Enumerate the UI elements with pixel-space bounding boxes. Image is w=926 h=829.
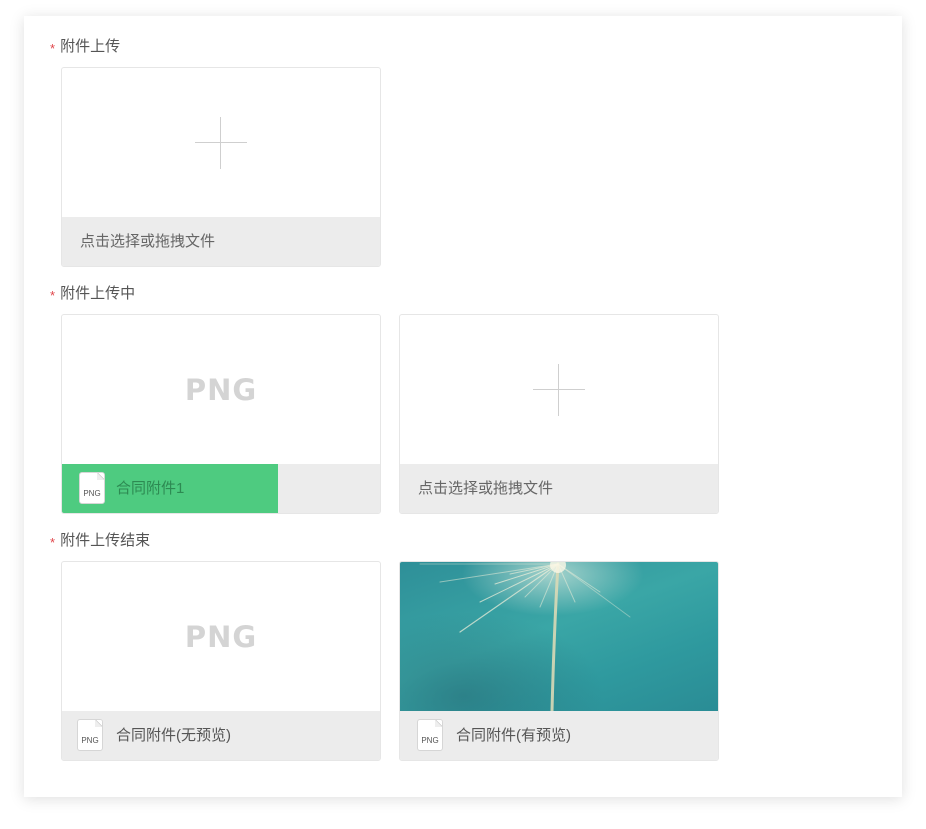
section-label-uploading: * 附件上传中 (50, 284, 135, 304)
file-footer: PNG 合同附件(无预览) (62, 711, 380, 760)
dropzone-area[interactable] (400, 315, 718, 464)
plus-icon (533, 363, 585, 416)
png-placeholder: PNG (184, 619, 258, 654)
section-label-upload: * 附件上传 (50, 37, 120, 57)
dropzone-area[interactable] (62, 68, 380, 217)
file-name: 合同附件(有预览) (456, 727, 571, 744)
upload-dropzone[interactable]: 点击选择或拖拽文件 (61, 67, 381, 267)
upload-dropzone[interactable]: 点击选择或拖拽文件 (399, 314, 719, 514)
required-mark: * (50, 288, 56, 303)
file-icon-label: PNG (81, 736, 99, 745)
section-title: 附件上传 (60, 38, 121, 55)
dandelion-image (419, 562, 631, 713)
png-file-icon: PNG (79, 472, 105, 504)
dropzone-footer[interactable]: 点击选择或拖拽文件 (62, 217, 380, 266)
required-mark: * (50, 41, 56, 56)
section-label-uploaded: * 附件上传结束 (50, 531, 150, 551)
file-icon-label: PNG (421, 736, 439, 745)
upload-hint: 点击选择或拖拽文件 (80, 233, 216, 250)
file-footer: PNG 合同附件(有预览) (400, 711, 718, 760)
required-mark: * (50, 535, 56, 550)
file-name: 合同附件1 (116, 480, 185, 497)
preview-image (400, 562, 718, 713)
uploaded-file-card-no-preview[interactable]: PNG PNG 合同附件(无预览) (61, 561, 381, 761)
plus-icon (195, 116, 247, 169)
png-placeholder: PNG (184, 372, 258, 407)
section-title: 附件上传结束 (60, 532, 151, 549)
uploading-file-card[interactable]: PNG PNG 合同附件1 (61, 314, 381, 514)
upload-progress-bar: PNG 合同附件1 (62, 464, 380, 513)
file-name: 合同附件(无预览) (116, 727, 231, 744)
file-icon-label: PNG (83, 489, 101, 498)
uploaded-file-card-with-preview[interactable]: PNG 合同附件(有预览) (399, 561, 719, 761)
png-file-icon: PNG (77, 719, 103, 751)
dropzone-footer[interactable]: 点击选择或拖拽文件 (400, 464, 718, 513)
png-file-icon: PNG (417, 719, 443, 751)
upload-form-panel: * 附件上传 点击选择或拖拽文件 * 附件上传中 PNG PNG 合同附件1 点… (24, 16, 902, 797)
section-title: 附件上传中 (60, 285, 136, 302)
upload-hint: 点击选择或拖拽文件 (418, 480, 554, 497)
